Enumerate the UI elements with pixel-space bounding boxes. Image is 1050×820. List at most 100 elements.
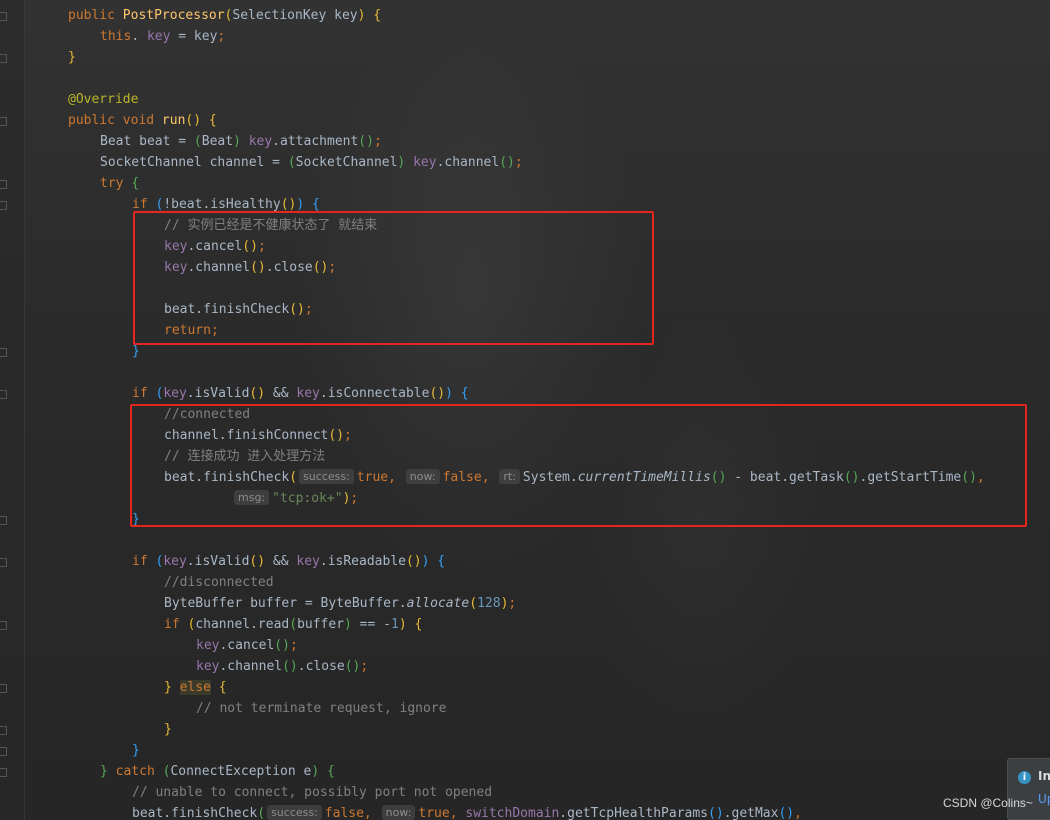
parameter-hint: now: (381, 805, 416, 820)
code-token: key (146, 29, 171, 44)
fold-marker-icon[interactable] (0, 180, 7, 189)
fold-marker-icon[interactable] (0, 201, 7, 210)
code-token: if (132, 197, 156, 212)
code-token: } (164, 722, 172, 737)
code-line[interactable]: SocketChannel channel = (SocketChannel) … (100, 152, 523, 173)
code-token: { (414, 617, 423, 632)
code-line[interactable]: if (channel.read(buffer) == -1) { (164, 614, 422, 635)
fold-marker-icon[interactable] (0, 558, 7, 567)
info-icon: i (1018, 771, 1031, 784)
code-token: Beat (201, 134, 234, 149)
fold-marker-icon[interactable] (0, 684, 7, 693)
code-token: () (499, 155, 515, 170)
fold-marker-icon[interactable] (0, 747, 7, 756)
notification-popup[interactable]: i In Up (1007, 758, 1050, 820)
fold-marker-icon[interactable] (0, 348, 7, 357)
code-token: true, (418, 806, 466, 820)
code-line[interactable]: } catch (ConnectException e) { (100, 761, 335, 782)
code-token: () (405, 554, 422, 569)
code-line[interactable]: } else { (164, 677, 227, 698)
highlight-box-connectable-branch (130, 404, 1027, 527)
fold-marker-icon[interactable] (0, 117, 7, 126)
code-token: run (161, 113, 186, 128)
code-line[interactable]: key.cancel(); (196, 635, 298, 656)
code-token: if (164, 617, 188, 632)
code-line[interactable]: key.channel().close(); (196, 656, 368, 677)
code-token: .attachment (272, 134, 359, 149)
code-line[interactable]: ByteBuffer buffer = ByteBuffer.allocate(… (164, 593, 516, 614)
code-token: .getMax (723, 806, 779, 820)
code-line[interactable]: if (key.isValid() && key.isReadable()) { (132, 551, 445, 572)
code-token: key (296, 386, 320, 401)
code-token: { (208, 113, 217, 128)
code-token: this (100, 29, 132, 44)
fold-marker-icon[interactable] (0, 621, 7, 630)
code-token: ; (217, 29, 226, 44)
code-token: } (100, 764, 108, 779)
code-token: .cancel (219, 638, 275, 653)
code-token: && (265, 386, 297, 401)
code-line[interactable]: beat.finishCheck(success: false, now: true… (132, 803, 802, 820)
fold-marker-icon[interactable] (0, 12, 7, 21)
code-token: () (185, 113, 202, 128)
fold-marker-icon[interactable] (0, 516, 7, 525)
notification-title: In (1038, 769, 1050, 783)
code-token: else (179, 680, 211, 695)
fold-marker-icon[interactable] (0, 768, 7, 777)
code-line[interactable]: @Override (68, 89, 138, 110)
code-token: { (373, 8, 382, 23)
code-line[interactable]: // unable to connect, possibly port not … (132, 782, 492, 803)
code-token: key (196, 638, 220, 653)
code-token: () (429, 386, 446, 401)
code-token: { (437, 554, 446, 569)
fold-marker-icon[interactable] (0, 54, 7, 63)
code-editor[interactable]: public PostProcessor(SelectionKey key) {… (0, 0, 1050, 820)
code-line[interactable]: } (164, 719, 172, 740)
code-line[interactable]: } (132, 740, 140, 761)
code-token: key (163, 554, 187, 569)
code-token: { (460, 386, 469, 401)
code-token: !beat.isHealthy (163, 197, 281, 212)
code-token: ; (373, 134, 382, 149)
fold-marker-icon[interactable] (0, 390, 7, 399)
code-line[interactable]: Beat beat = (Beat) key.attachment(); (100, 131, 382, 152)
code-line[interactable]: if (key.isValid() && key.isConnectable()… (132, 383, 469, 404)
code-token: } (132, 344, 140, 359)
highlight-box-unhealthy-branch (133, 211, 654, 345)
code-token: { (131, 176, 140, 191)
code-token: () (249, 386, 266, 401)
fold-marker-icon[interactable] (0, 726, 7, 735)
code-token: key (163, 386, 187, 401)
code-token: public (68, 8, 123, 23)
code-line[interactable]: public void run() { (68, 110, 217, 131)
code-token: ) (311, 764, 320, 779)
code-token: { (218, 680, 227, 695)
code-token: . (131, 29, 147, 44)
code-line[interactable]: public PostProcessor(SelectionKey key) { (68, 5, 381, 26)
code-token: //disconnected (164, 575, 274, 590)
code-token: .channel (436, 155, 500, 170)
code-token: 1 (391, 617, 399, 632)
code-token: ) (398, 617, 407, 632)
code-line[interactable]: // not terminate request, ignore (196, 698, 446, 719)
code-token: .isReadable (319, 554, 406, 569)
code-token: () (344, 659, 361, 674)
code-line[interactable]: this. key = key; (100, 26, 225, 47)
code-token: .getTcpHealthParams (559, 806, 709, 820)
code-line[interactable]: //disconnected (164, 572, 274, 593)
code-token: key (413, 155, 437, 170)
code-token: .isValid (186, 554, 250, 569)
code-line[interactable]: } (68, 47, 76, 68)
code-line[interactable]: try { (100, 173, 139, 194)
code-token: .channel (219, 659, 283, 674)
notification-link[interactable]: Up (1038, 792, 1050, 806)
editor-gutter[interactable] (0, 0, 25, 820)
code-token: if (132, 386, 156, 401)
code-token: () (708, 806, 724, 820)
code-token: () (282, 659, 298, 674)
